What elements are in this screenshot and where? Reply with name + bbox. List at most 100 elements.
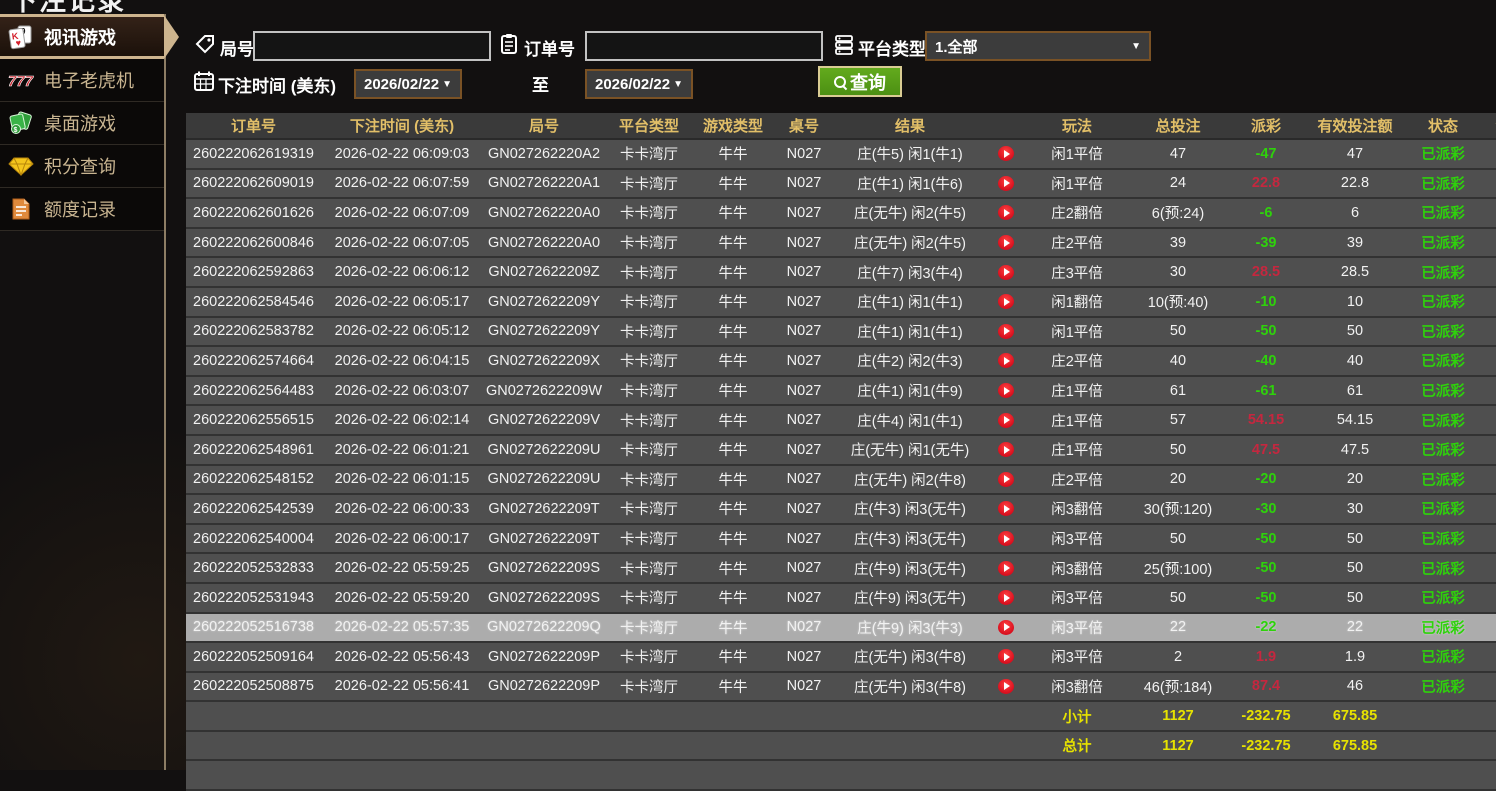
cell-payout: 87.4: [1229, 673, 1303, 701]
cell-total-bet: 50: [1127, 525, 1229, 553]
date-from-select[interactable]: 2026/02/22 ▼: [354, 69, 462, 99]
play-video-button[interactable]: [998, 146, 1014, 161]
play-video-button[interactable]: [998, 294, 1014, 309]
table-row[interactable]: 2602220525088752026-02-22 05:56:41GN0272…: [186, 673, 1496, 703]
cell-total-bet: 50: [1127, 436, 1229, 464]
play-video-button[interactable]: [998, 235, 1014, 250]
cell-status: 已派彩: [1407, 199, 1479, 227]
cell-status: 已派彩: [1407, 140, 1479, 168]
cell-game-type: [693, 702, 773, 730]
cell-play-button: [985, 495, 1027, 523]
cell-platform-type: 卡卡湾厅: [605, 140, 693, 168]
play-video-button[interactable]: [998, 205, 1014, 220]
cell-status: 已派彩: [1407, 406, 1479, 434]
sidebar-item-slots[interactable]: 777 电子老虎机: [0, 59, 164, 102]
play-video-button[interactable]: [998, 679, 1014, 694]
play-video-button[interactable]: [998, 620, 1014, 635]
cell-order-number: 260222062548961: [186, 436, 321, 464]
round-number-input[interactable]: [253, 31, 491, 61]
cell-platform-type: 卡卡湾厅: [605, 258, 693, 286]
cell-extra: [1479, 466, 1496, 494]
cell-total-bet: 39: [1127, 229, 1229, 257]
play-video-button[interactable]: [998, 176, 1014, 191]
cell-platform-type: [605, 732, 693, 760]
table-row[interactable]: 2602220626193192026-02-22 06:09:03GN0272…: [186, 140, 1496, 170]
cell-order-number: 260222062609019: [186, 170, 321, 198]
cell-play-button: [985, 199, 1027, 227]
cell-result: 庄(牛4) 闲1(牛1): [835, 406, 985, 434]
cell-platform-type: 卡卡湾厅: [605, 643, 693, 671]
play-video-button[interactable]: [998, 531, 1014, 546]
table-row[interactable]: 2602220625644832026-02-22 06:03:07GN0272…: [186, 377, 1496, 407]
sidebar-item-video-games[interactable]: 9 K ♥ 视讯游戏: [0, 14, 164, 59]
play-video-button[interactable]: [998, 442, 1014, 457]
sidebar-item-points[interactable]: 积分查询: [0, 145, 164, 188]
order-number-input[interactable]: [585, 31, 823, 61]
play-video-button[interactable]: [998, 561, 1014, 576]
cell-total-bet: 22: [1127, 614, 1229, 642]
table-row[interactable]: 2602220625746642026-02-22 06:04:15GN0272…: [186, 347, 1496, 377]
cell-table-number: [773, 702, 835, 730]
cell-total-bet: 1127: [1127, 702, 1229, 730]
cell-game-type: [693, 732, 773, 760]
cell-table-number: N027: [773, 436, 835, 464]
table-row[interactable]: 2602220625481522026-02-22 06:01:15GN0272…: [186, 466, 1496, 496]
cell-order-number: 260222062548152: [186, 466, 321, 494]
cell-platform-type: 卡卡湾厅: [605, 318, 693, 346]
table-row[interactable]: 2602220625425392026-02-22 06:00:33GN0272…: [186, 495, 1496, 525]
cell-result: [835, 732, 985, 760]
table-row[interactable]: 2602220626090192026-02-22 06:07:59GN0272…: [186, 170, 1496, 200]
cell-bet-time: 2026-02-22 06:00:33: [321, 495, 483, 523]
table-row[interactable]: 2602220525167382026-02-22 05:57:35GN0272…: [186, 614, 1496, 644]
play-video-button[interactable]: [998, 472, 1014, 487]
play-video-button[interactable]: [998, 649, 1014, 664]
platform-type-select[interactable]: 1.全部 ▼: [925, 31, 1151, 61]
cell-platform-type: [605, 702, 693, 730]
cell-play-button: [985, 554, 1027, 582]
cell-result: 庄(牛3) 闲3(无牛): [835, 495, 985, 523]
table-row[interactable]: 2602220625565152026-02-22 06:02:14GN0272…: [186, 406, 1496, 436]
table-row[interactable]: 2602220625837822026-02-22 06:05:12GN0272…: [186, 318, 1496, 348]
cell-play-type: 庄1平倍: [1027, 436, 1127, 464]
cell-status: 已派彩: [1407, 377, 1479, 405]
table-row[interactable]: 2602220525091642026-02-22 05:56:43GN0272…: [186, 643, 1496, 673]
cell-round-number: GN0272622209P: [483, 643, 605, 671]
cell-bet-time: 2026-02-22 06:09:03: [321, 140, 483, 168]
table-row[interactable]: 2602220525328332026-02-22 05:59:25GN0272…: [186, 554, 1496, 584]
cell-bet-time: 2026-02-22 05:56:41: [321, 673, 483, 701]
table-row[interactable]: 2602220625400042026-02-22 06:00:17GN0272…: [186, 525, 1496, 555]
sidebar-border: [164, 14, 166, 770]
list-icon: [833, 33, 855, 55]
table-row[interactable]: 2602220625489612026-02-22 06:01:21GN0272…: [186, 436, 1496, 466]
cell-table-number: N027: [773, 495, 835, 523]
table-row[interactable]: 2602220625928632026-02-22 06:06:12GN0272…: [186, 258, 1496, 288]
play-video-button[interactable]: [998, 265, 1014, 280]
cell-round-number: [483, 702, 605, 730]
play-video-button[interactable]: [998, 353, 1014, 368]
cell-round-number: GN0272622209S: [483, 584, 605, 612]
table-row[interactable]: 2602220626016262026-02-22 06:07:09GN0272…: [186, 199, 1496, 229]
sidebar-item-table-games[interactable]: $ 桌面游戏: [0, 102, 164, 145]
cell-play-button: [985, 288, 1027, 316]
table-row[interactable]: 2602220525319432026-02-22 05:59:20GN0272…: [186, 584, 1496, 614]
table-row[interactable]: 2602220625845462026-02-22 06:05:17GN0272…: [186, 288, 1496, 318]
cell-table-number: N027: [773, 584, 835, 612]
play-video-button[interactable]: [998, 383, 1014, 398]
play-video-button[interactable]: [998, 501, 1014, 516]
sidebar-item-quota[interactable]: 额度记录: [0, 188, 164, 231]
bet-time-label: 下注时间 (美东): [218, 72, 336, 97]
table-row[interactable]: 2602220626008462026-02-22 06:07:05GN0272…: [186, 229, 1496, 259]
date-to-select[interactable]: 2026/02/22 ▼: [585, 69, 693, 99]
play-video-button[interactable]: [998, 324, 1014, 339]
date-range-to-label: 至: [532, 71, 549, 96]
cell-game-type: 牛牛: [693, 643, 773, 671]
cell-play-button: [985, 643, 1027, 671]
cell-result: 庄(牛5) 闲1(牛1): [835, 140, 985, 168]
play-video-button[interactable]: [998, 590, 1014, 605]
cell-play-type: 闲1平倍: [1027, 170, 1127, 198]
sidebar: 9 K ♥ 视讯游戏 777 电子老虎机 $ 桌面游戏: [0, 14, 164, 231]
play-video-button[interactable]: [998, 413, 1014, 428]
cell-status: 已派彩: [1407, 584, 1479, 612]
query-button[interactable]: 查询: [818, 66, 902, 97]
cell-total-bet: 2: [1127, 643, 1229, 671]
